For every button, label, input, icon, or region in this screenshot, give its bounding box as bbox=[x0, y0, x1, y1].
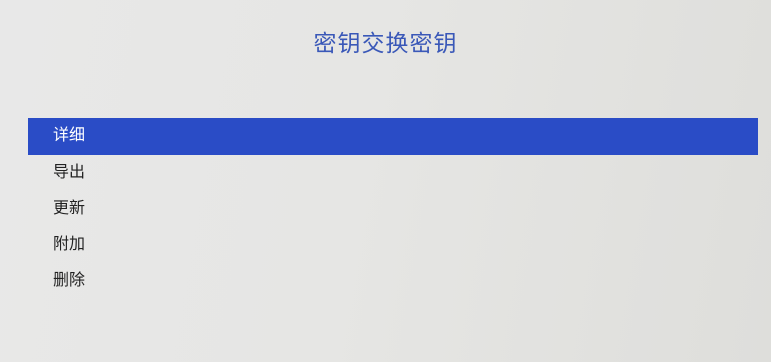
menu-item-update[interactable]: 更新 bbox=[28, 191, 758, 227]
menu-item-details[interactable]: 详细 bbox=[28, 118, 758, 155]
bios-screen: 密钥交换密钥 详细 导出 更新 附加 删除 bbox=[0, 0, 771, 362]
page-title: 密钥交换密钥 bbox=[313, 31, 458, 57]
menu-item-append[interactable]: 附加 bbox=[28, 227, 758, 263]
menu-item-export[interactable]: 导出 bbox=[28, 155, 758, 191]
menu-item-delete[interactable]: 删除 bbox=[28, 263, 758, 299]
key-action-menu: 详细 导出 更新 附加 删除 bbox=[28, 118, 758, 299]
